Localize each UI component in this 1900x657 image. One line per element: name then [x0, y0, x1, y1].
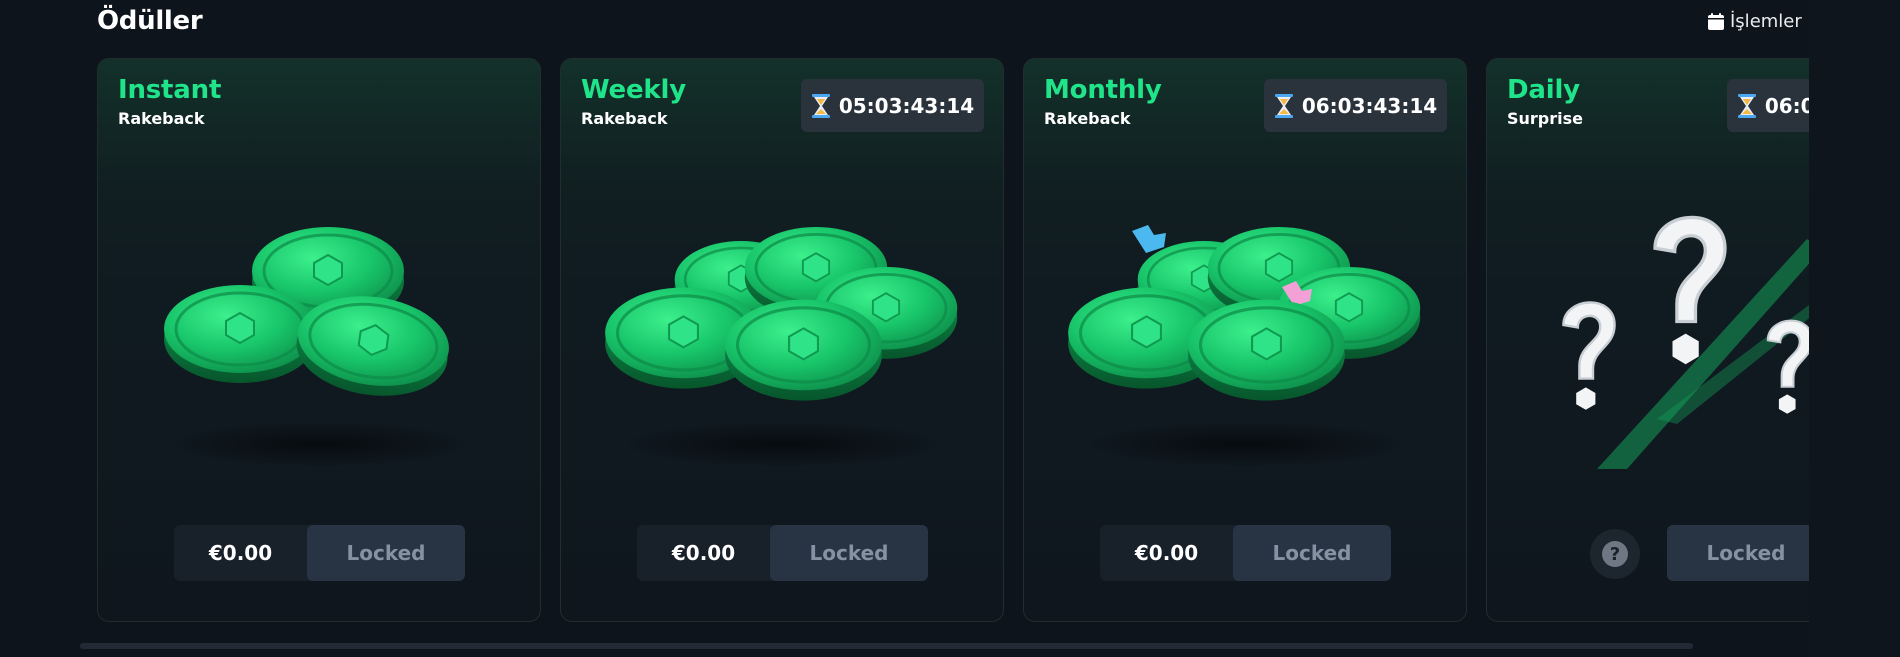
reward-amount: €0.00	[671, 541, 736, 565]
reward-card-monthly: Monthly Rakeback 06:03:43:14 €0.00 Locke…	[1023, 58, 1467, 622]
card-subtitle: Rakeback	[581, 109, 668, 128]
history-label: İşlemler	[1730, 11, 1802, 32]
help-button[interactable]: ?	[1590, 529, 1640, 579]
reward-card-instant: Instant Rakeback €0.00 Locked	[97, 58, 541, 622]
hourglass-icon	[1737, 93, 1756, 118]
countdown-timer: 06:03:43:14	[1264, 79, 1447, 132]
hourglass-icon	[811, 93, 830, 118]
reward-card-weekly: Weekly Rakeback 05:03:43:14 €0.00 Locked	[560, 58, 1004, 622]
locked-button[interactable]: Locked	[770, 525, 928, 581]
card-subtitle: Rakeback	[1044, 109, 1131, 128]
coins-illustration	[162, 225, 470, 466]
carousel-edge	[1809, 0, 1900, 657]
card-title: Daily	[1507, 75, 1580, 105]
card-subtitle: Rakeback	[118, 109, 205, 128]
hourglass-icon	[1274, 93, 1293, 118]
reward-action: €0.00 Locked	[1100, 525, 1391, 581]
timer-value: 05:03:43:14	[838, 93, 975, 118]
reward-amount: €0.00	[1134, 541, 1199, 565]
coins-illustration	[603, 225, 959, 466]
card-title: Monthly	[1044, 75, 1162, 105]
question-icon: ?	[1602, 541, 1628, 567]
surprise-illustration	[1562, 215, 1809, 469]
card-title: Weekly	[581, 75, 686, 105]
timer-value: 06:03:43:14	[1301, 93, 1438, 118]
reward-amount: €0.00	[208, 541, 273, 565]
card-title: Instant	[118, 75, 222, 105]
rewards-page: Ödüller İşlemler Instant Rakeback €0.00 …	[0, 0, 1900, 657]
coins-illustration	[1066, 225, 1422, 466]
horizontal-scrollbar[interactable]	[80, 643, 1693, 649]
timer-value: 06:03:43:14	[1764, 93, 1809, 118]
reward-action: €0.00 Locked	[637, 525, 928, 581]
reward-action: €0.00 Locked	[174, 525, 465, 581]
history-link[interactable]: İşlemler	[1708, 11, 1802, 32]
countdown-timer: 06:03:43:14	[1727, 79, 1809, 132]
card-subtitle: Surprise	[1507, 109, 1584, 128]
rewards-carousel[interactable]: Instant Rakeback €0.00 Locked Weekly Rak…	[97, 58, 1809, 628]
calendar-icon	[1708, 13, 1724, 30]
reward-card-daily: Daily Surprise 06:03:43:14	[1486, 58, 1809, 622]
gem-icon	[1132, 225, 1166, 253]
locked-button[interactable]: Locked	[307, 525, 465, 581]
page-title: Ödüller	[97, 6, 203, 36]
locked-button[interactable]: Locked	[1667, 525, 1809, 581]
countdown-timer: 05:03:43:14	[801, 79, 984, 132]
locked-button[interactable]: Locked	[1233, 525, 1391, 581]
